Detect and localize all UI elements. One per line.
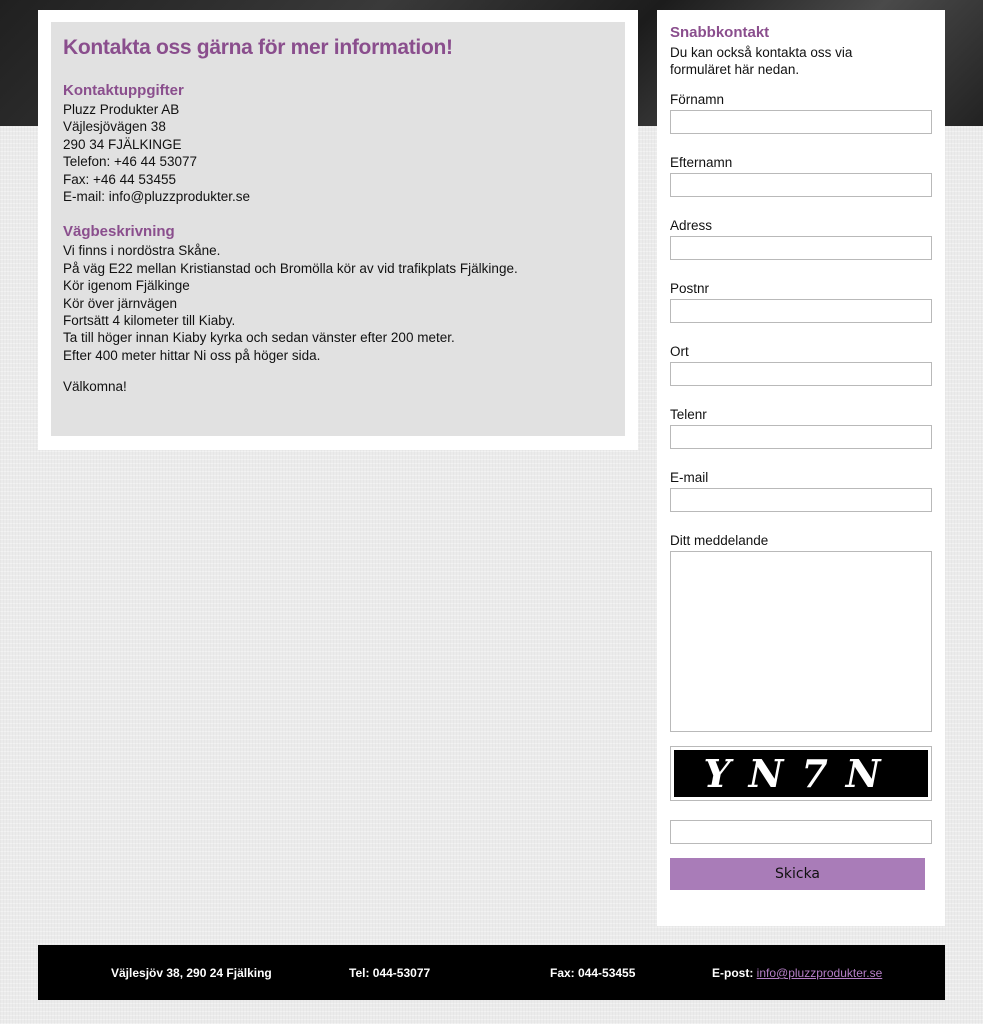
footer-email-link[interactable]: info@pluzzprodukter.se [757,966,883,980]
message-textarea[interactable] [670,551,932,732]
directions-line: Fortsätt 4 kilometer till Kiaby. [63,313,236,329]
email-field[interactable] [670,488,932,512]
quick-contact-intro: Du kan också kontakta oss via formuläret… [670,45,853,77]
last-name-label: Efternamn [670,155,733,170]
city-label: Ort [670,344,689,359]
contact-info-panel: Kontakta oss gärna för mer information! … [38,10,638,450]
email-label: E-mail [670,470,709,485]
directions-line: På väg E22 mellan Kristianstad och Bromö… [63,260,518,276]
welcome-text: Välkomna! [63,379,127,395]
captcha-input[interactable] [670,820,932,844]
directions-line: Efter 400 meter hittar Ni oss på höger s… [63,347,321,363]
footer-address: Väjlesjöv 38, 290 24 Fjälking [111,966,272,980]
directions-line: Vi finns i nordöstra Skåne. [63,243,221,259]
contact-info-box: Kontakta oss gärna för mer information! … [51,22,625,436]
page-title: Kontakta oss gärna för mer information! [63,36,453,59]
contact-details-section: Kontaktuppgifter Pluzz Produkter AB Väjl… [63,82,613,205]
postal-address: 290 34 FJÄLKINGE [63,136,182,152]
footer-phone: Tel: 044-53077 [349,966,431,980]
quick-contact-panel: Snabbkontakt Du kan också kontakta oss v… [657,10,945,926]
footer-fax: Fax: 044-53455 [550,966,636,980]
directions-line: Kör igenom Fjälkinge [63,278,190,294]
company-name: Pluzz Produkter AB [63,102,180,117]
email-address: E-mail: info@pluzzprodukter.se [63,189,251,205]
submit-button[interactable]: Skicka [670,858,925,890]
phone-label: Telenr [670,407,707,422]
footer-email: E-post: info@pluzzprodukter.se [712,966,882,980]
captcha-image: YN7N [674,750,928,797]
last-name-field[interactable] [670,173,932,197]
quick-contact-title: Snabbkontakt [670,24,770,41]
address-label: Adress [670,218,713,233]
directions-heading: Vägbeskrivning [63,223,175,241]
city-field[interactable] [670,362,932,386]
directions-line: Kör över järnvägen [63,295,178,311]
street-address: Väjlesjövägen 38 [63,119,166,135]
directions-section: Vägbeskrivning Vi finns i nordöstra Skån… [63,223,613,395]
fax-number: Fax: +46 44 53455 [63,171,176,187]
contact-details-heading: Kontaktuppgifter [63,82,184,99]
directions-line: Ta till höger innan Kiaby kyrka och seda… [63,330,455,346]
phone-number: Telefon: +46 44 53077 [63,154,197,170]
message-label: Ditt meddelande [670,533,769,548]
captcha-frame: YN7N [670,746,932,801]
postal-code-label: Postnr [670,281,710,296]
phone-field[interactable] [670,425,932,449]
footer-email-label: E-post: [712,966,754,980]
address-field[interactable] [670,236,932,260]
postal-code-field[interactable] [670,299,932,323]
footer: Väjlesjöv 38, 290 24 Fjälking Tel: 044-5… [38,945,945,1000]
first-name-field[interactable] [670,110,932,134]
first-name-label: Förnamn [670,92,725,107]
